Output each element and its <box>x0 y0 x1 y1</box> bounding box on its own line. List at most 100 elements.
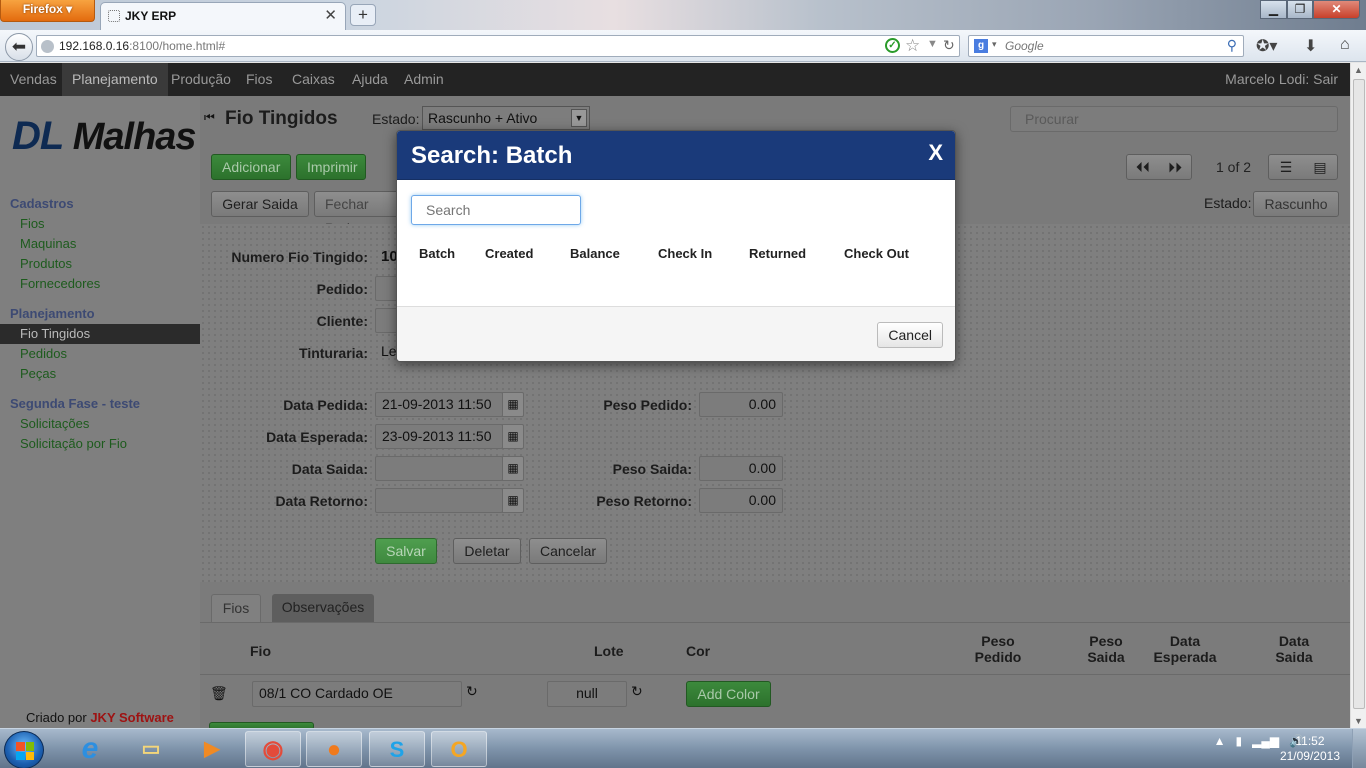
bookmark-star-icon[interactable]: ☆ <box>905 36 920 56</box>
sidebar-item-fornecedores[interactable]: Fornecedores <box>20 276 100 291</box>
data-retorno-field[interactable] <box>375 488 503 513</box>
cancel-button[interactable]: Cancelar <box>529 538 607 564</box>
nav-admin[interactable]: Admin <box>394 63 454 96</box>
nav-ajuda[interactable]: Ajuda <box>342 63 398 96</box>
logo: DL Malhas <box>12 114 197 159</box>
tab-observacoes[interactable]: Observações <box>272 594 374 622</box>
globe-icon <box>41 40 54 53</box>
outlook-icon[interactable]: O <box>431 731 487 767</box>
reload-icon[interactable]: ↻ <box>943 37 955 54</box>
minimize-window-button[interactable]: ▁ <box>1260 0 1287 19</box>
data-pedida-field[interactable]: 21-09-2013 11:50 <box>375 392 503 417</box>
sidebar-item-produtos[interactable]: Produtos <box>20 256 72 271</box>
estado-filter-label: Estado: <box>372 111 420 127</box>
calendar-icon[interactable]: ▦ <box>502 456 524 481</box>
close-window-button[interactable]: ✕ <box>1313 0 1360 19</box>
nav-planejamento[interactable]: Planejamento <box>62 63 168 96</box>
lote-field[interactable]: null <box>547 681 627 707</box>
calendar-icon[interactable]: ▦ <box>502 424 524 449</box>
calendar-icon[interactable]: ▦ <box>502 488 524 513</box>
previous-icon[interactable]: ⏴⏴ <box>1127 155 1159 179</box>
data-esperada-field[interactable]: 23-09-2013 11:50 <box>375 424 503 449</box>
nav-producao[interactable]: Produção <box>161 63 241 96</box>
start-button[interactable] <box>4 731 44 768</box>
col-lote: Lote <box>594 643 624 659</box>
print-button[interactable]: Imprimir <box>296 154 366 180</box>
sidebar-item-fio-tingidos[interactable]: Fio Tingidos <box>0 324 200 344</box>
tab-fios[interactable]: Fios <box>211 594 261 622</box>
chrome-icon[interactable]: ◉ <box>245 731 301 767</box>
sidebar-item-maquinas[interactable]: Maquinas <box>20 236 76 251</box>
modal-header: Search: Batch X <box>397 131 955 180</box>
show-desktop-button[interactable] <box>1352 729 1366 768</box>
refresh-icon[interactable]: ↻ <box>466 683 478 700</box>
scroll-down-icon[interactable]: ▼ <box>1354 716 1363 726</box>
collapse-sidebar-icon[interactable]: ⏮ <box>204 110 215 125</box>
modal-cancel-button[interactable]: Cancel <box>877 322 943 348</box>
browser-search-box[interactable]: g ▾ Google ⚲ <box>968 35 1244 57</box>
refresh-icon[interactable]: ↻ <box>631 683 643 700</box>
browser-tab[interactable]: JKY ERP ✕ <box>100 2 346 30</box>
file-explorer-icon[interactable]: ▭ <box>123 731 179 767</box>
col-created: Created <box>485 246 534 261</box>
back-button[interactable]: ⬅ <box>5 33 33 61</box>
maximize-window-button[interactable]: ❐ <box>1287 0 1313 19</box>
table-divider <box>200 674 1350 675</box>
gerar-saida-button[interactable]: Gerar Saida <box>211 191 309 217</box>
nav-vendas[interactable]: Vendas <box>0 63 67 96</box>
firefox-menu-button[interactable]: Firefox ▾ <box>0 0 95 22</box>
save-button[interactable]: Salvar <box>375 538 437 564</box>
search-engine-dropdown-icon[interactable]: ▾ <box>992 39 997 50</box>
nav-fios[interactable]: Fios <box>236 63 282 96</box>
clock[interactable]: 11:52 21/09/2013 <box>1280 734 1340 764</box>
sidebar-item-pedidos[interactable]: Pedidos <box>20 346 67 361</box>
next-icon[interactable]: ⏵⏵ <box>1159 155 1191 179</box>
sidebar-item-pecas[interactable]: Peças <box>20 366 56 381</box>
trash-icon[interactable]: 🗑 <box>210 685 228 702</box>
google-icon[interactable]: g <box>974 39 988 53</box>
new-tab-button[interactable]: + <box>350 4 376 26</box>
delete-button[interactable]: Deletar <box>453 538 521 564</box>
home-icon[interactable]: ⌂ <box>1340 36 1350 54</box>
estado-filter-select[interactable]: Rascunho + Ativo ▼ <box>422 106 590 130</box>
fio-field[interactable]: 08/1 CO Cardado OE <box>252 681 462 707</box>
history-dropdown-icon[interactable]: ▼ <box>927 38 938 50</box>
page-scrollbar[interactable]: ▲ ▼ <box>1350 63 1366 728</box>
tinturaria-label: Tinturaria: <box>299 345 368 361</box>
peso-saida-field[interactable]: 0.00 <box>699 456 783 481</box>
nav-caixas[interactable]: Caixas <box>282 63 345 96</box>
sidebar-item-solicitacoes[interactable]: Solicitações <box>20 416 89 431</box>
chevron-down-icon[interactable]: ▼ <box>571 109 587 127</box>
downloads-icon[interactable]: ⬇ <box>1304 36 1317 56</box>
skype-icon[interactable]: S <box>369 731 425 767</box>
firefox-icon[interactable]: ● <box>306 731 362 767</box>
col-data-saida-line1: Data <box>1278 633 1310 649</box>
scrollbar-thumb[interactable] <box>1353 79 1365 709</box>
list-view-icon[interactable]: ☰ <box>1269 155 1303 179</box>
url-text[interactable]: 192.168.0.16:8100/home.html# <box>59 39 225 53</box>
estado-filter-value: Rascunho + Ativo <box>428 110 538 126</box>
user-logout-link[interactable]: Marcelo Lodi: Sair <box>1225 63 1338 96</box>
peso-pedido-field[interactable]: 0.00 <box>699 392 783 417</box>
bookmarks-icon[interactable]: ✪▾ <box>1256 36 1277 56</box>
data-saida-field[interactable] <box>375 456 503 481</box>
search-input[interactable]: Procurar <box>1010 106 1338 132</box>
fechar-pedido-button[interactable]: Fechar Ped <box>314 191 404 236</box>
close-icon[interactable]: X <box>928 140 943 166</box>
col-peso-pedido: Peso Pedido <box>970 633 1026 665</box>
close-tab-icon[interactable]: ✕ <box>324 6 337 24</box>
internet-explorer-icon[interactable]: e <box>62 731 118 767</box>
peso-retorno-field[interactable]: 0.00 <box>699 488 783 513</box>
scroll-up-icon[interactable]: ▲ <box>1354 65 1363 75</box>
sidebar-item-solicitacao-por-fio[interactable]: Solicitação por Fio <box>20 436 127 451</box>
credit-company-link[interactable]: JKY Software <box>90 710 174 725</box>
search-icon[interactable]: ⚲ <box>1227 37 1237 54</box>
calendar-icon[interactable]: ▦ <box>502 392 524 417</box>
media-player-icon[interactable]: ▶ <box>184 731 240 767</box>
sidebar-item-fios[interactable]: Fios <box>20 216 45 231</box>
add-button[interactable]: Adicionar <box>211 154 291 180</box>
url-bar[interactable]: 192.168.0.16:8100/home.html# ✓ ☆ ▼ ↻ <box>36 35 960 57</box>
modal-search-input[interactable] <box>411 195 581 225</box>
form-view-icon[interactable]: ▤ <box>1303 155 1337 179</box>
add-color-button[interactable]: Add Color <box>686 681 771 707</box>
